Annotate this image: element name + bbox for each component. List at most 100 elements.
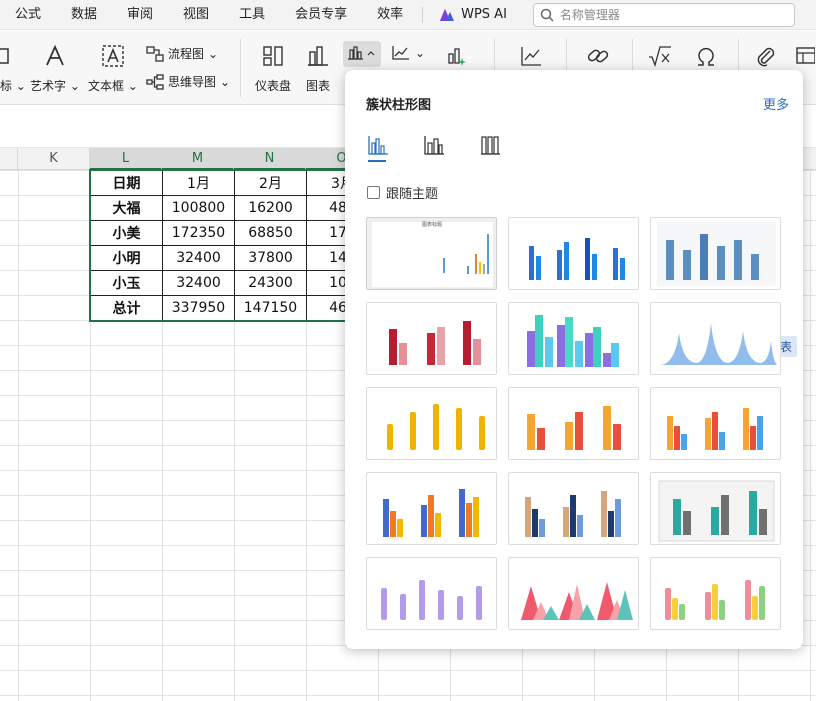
table-row: 总计 337950 147150 468 [90, 295, 379, 321]
percent-column-tab[interactable] [478, 134, 502, 156]
table-cell[interactable]: 小明 [90, 245, 163, 271]
clustered-column-icon [368, 136, 388, 155]
chart-label: 图表 [306, 79, 331, 93]
column-header-m[interactable]: M [162, 148, 234, 170]
table-cell[interactable]: 32400 [162, 245, 235, 271]
table-cell[interactable]: 100800 [162, 195, 235, 221]
preset-chart-12[interactable] [650, 472, 781, 545]
sparkline-icon [521, 47, 541, 66]
hyperlink-button[interactable] [586, 45, 610, 67]
table-row: 小明 32400 37800 147 [90, 245, 379, 271]
preset-chart-4[interactable] [366, 302, 497, 375]
wps-ai-button[interactable]: WPS AI [427, 7, 519, 22]
column-header-n[interactable]: N [234, 148, 306, 170]
attachment-button[interactable] [755, 45, 777, 67]
chart-type-panel: 簇状柱形图 更多 跟随主题 图表标题 插入预设图表 [345, 70, 803, 649]
preset-chart-13[interactable] [366, 557, 497, 630]
column-header-prev[interactable] [0, 148, 18, 170]
bar-chart-dropdown-button[interactable] [343, 41, 381, 67]
menu-tools[interactable]: 工具 [224, 0, 280, 30]
table-cell[interactable]: 337950 [162, 295, 235, 321]
menu-data[interactable]: 数据 [56, 0, 112, 30]
preset-chart-8[interactable] [508, 387, 639, 460]
dashboard-button[interactable]: 仪表盘 [255, 41, 291, 94]
more-link[interactable]: 更多 [763, 94, 789, 113]
preset-chart-3[interactable] [650, 217, 781, 290]
table-cell[interactable]: 147150 [234, 295, 307, 321]
table-row: 小玉 32400 24300 101 [90, 270, 379, 296]
stacked-column-tab[interactable] [422, 134, 446, 156]
flowchart-icon [146, 45, 164, 62]
table-cell[interactable]: 24300 [234, 270, 307, 296]
wps-ai-label: WPS AI [461, 7, 507, 22]
preset-chart-2[interactable] [508, 217, 639, 290]
preset-chart-15[interactable] [650, 557, 781, 630]
chart-button[interactable]: 图表 [306, 41, 330, 94]
table-cell[interactable]: 日期 [90, 170, 163, 196]
omega-icon [698, 47, 714, 66]
table-cell[interactable]: 16200 [234, 195, 307, 221]
object-icon [796, 47, 815, 64]
checkbox-box[interactable] [367, 186, 380, 199]
clustered-column-tab[interactable] [366, 134, 390, 162]
menu-member[interactable]: 会员专享 [280, 0, 362, 30]
wps-ai-icon [440, 8, 455, 21]
menu-efficiency[interactable]: 效率 [362, 0, 418, 30]
preset-chart-1[interactable]: 图表标题 [366, 217, 497, 290]
menu-view[interactable]: 视图 [168, 0, 224, 30]
table-cell[interactable]: 172350 [162, 220, 235, 246]
table-cell[interactable]: 小玉 [90, 270, 163, 296]
menu-formula[interactable]: 公式 [0, 0, 56, 30]
data-table: 日期 1月 2月 3月 大福 100800 16200 486 小美 17235… [90, 170, 379, 321]
flowchart-button[interactable]: 流程图 ⌄ [146, 45, 218, 62]
table-cell[interactable]: 68850 [234, 220, 307, 246]
dashboard-icon [261, 41, 285, 71]
table-cell[interactable]: 2月 [234, 170, 307, 196]
stacked-column-icon [424, 136, 444, 155]
table-cell[interactable]: 小美 [90, 220, 163, 246]
art-text-icon [43, 41, 67, 71]
column-header-l[interactable]: L [90, 148, 162, 170]
mindmap-icon [146, 73, 164, 90]
line-chart-dropdown-button[interactable]: ⌄ [391, 45, 425, 61]
preset-chart-9[interactable] [650, 387, 781, 460]
object-button[interactable] [795, 45, 815, 67]
thumb-title: 图表标题 [422, 221, 442, 228]
search-icon [540, 8, 554, 22]
text-box-label: 文本框 [88, 79, 125, 93]
column-header-k[interactable]: K [18, 148, 90, 170]
preset-chart-11[interactable] [508, 472, 639, 545]
art-text-button[interactable]: 艺术字 ⌄ [30, 41, 80, 94]
ribbon-cut-button[interactable]: 标 ⌄ [0, 41, 26, 94]
text-box-icon [101, 41, 125, 71]
smart-chart-button[interactable] [447, 45, 469, 67]
line-chart-icon [392, 46, 409, 60]
table-cell[interactable]: 总计 [90, 295, 163, 321]
table-cell[interactable]: 1月 [162, 170, 235, 196]
ribbon-divider [240, 39, 241, 97]
menu-review[interactable]: 审阅 [112, 0, 168, 30]
preset-chart-7[interactable] [366, 387, 497, 460]
mindmap-button[interactable]: 思维导图 ⌄ [146, 73, 230, 90]
percent-column-icon [481, 136, 500, 155]
search-input[interactable]: 名称管理器 [532, 2, 795, 27]
preset-chart-6[interactable] [650, 302, 781, 375]
table-cell[interactable]: 大福 [90, 195, 163, 221]
symbol-button[interactable] [694, 45, 718, 67]
table-cell[interactable]: 32400 [162, 270, 235, 296]
table-row: 大福 100800 16200 486 [90, 195, 379, 221]
follow-theme-label: 跟随主题 [386, 187, 439, 202]
preset-chart-14[interactable] [508, 557, 639, 630]
text-box-button[interactable]: 文本框 ⌄ [88, 41, 138, 94]
dashboard-label: 仪表盘 [255, 79, 292, 93]
menu-divider [422, 6, 424, 23]
sparkline-button[interactable] [519, 45, 543, 67]
follow-theme-checkbox[interactable]: 跟随主题 [367, 183, 438, 202]
formula-icon [649, 46, 671, 67]
chart-icon [306, 41, 330, 71]
preset-chart-5[interactable] [508, 302, 639, 375]
table-cell[interactable]: 37800 [234, 245, 307, 271]
preset-chart-10[interactable] [366, 472, 497, 545]
grid-icon [0, 41, 12, 71]
formula-button[interactable] [647, 45, 673, 67]
